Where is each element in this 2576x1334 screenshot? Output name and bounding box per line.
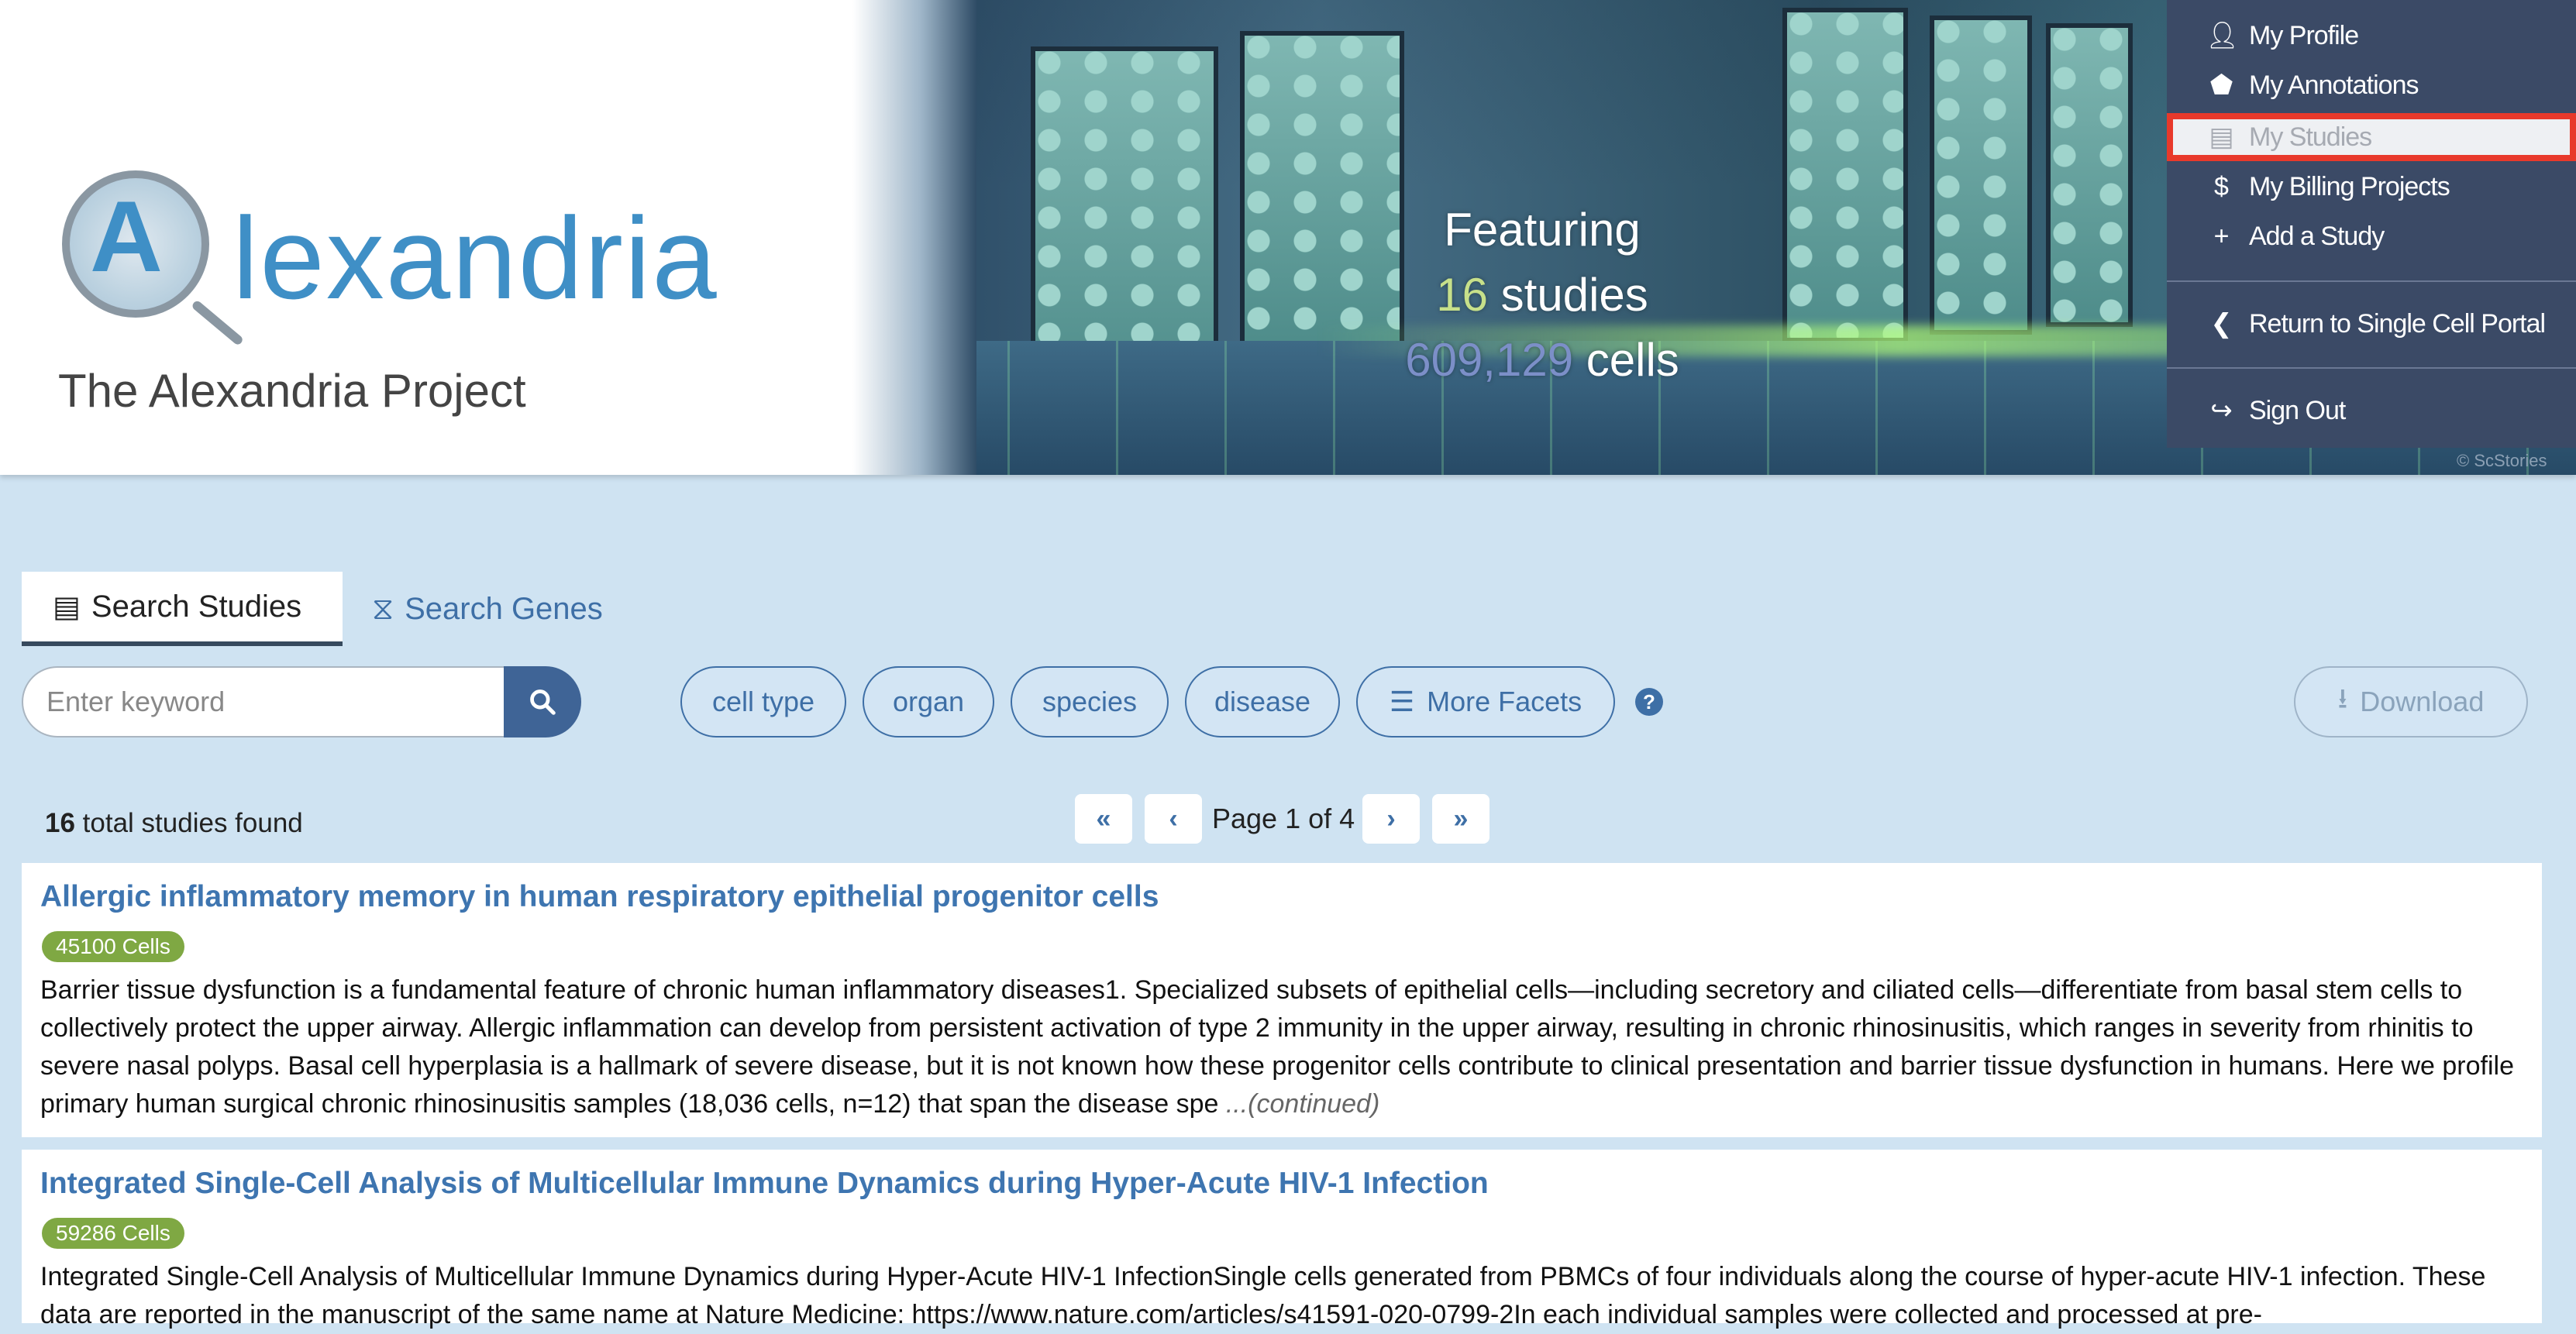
menu-item-return-to-single-cell-portal[interactable]: ❮ Return to Single Cell Portal [2167, 300, 2576, 348]
cell-count-badge: 59286 Cells [42, 1218, 184, 1249]
menu-divider [2167, 280, 2576, 282]
menu-item-my-profile[interactable]: 👤︎ My Profile [2167, 12, 2576, 60]
facet-disease-button[interactable]: disease [1185, 666, 1340, 737]
dna-icon: ⧖ [372, 591, 394, 626]
featuring-label: Featuring [1444, 204, 1641, 256]
chevron-left-icon: ‹ [1169, 803, 1178, 834]
featuring-stats: Featuring 16 studies 609,129 cells [1379, 198, 1705, 393]
tab-label: Search Genes [405, 591, 603, 626]
total-studies-found: 16 total studies found [45, 808, 303, 839]
search-icon [530, 689, 556, 715]
menu-item-label: My Annotations [2249, 70, 2419, 100]
project-tagline: The Alexandria Project [58, 365, 526, 417]
studies-stat: 16 studies [1379, 263, 1705, 328]
prev-page-button[interactable]: ‹ [1145, 794, 1202, 844]
next-page-button[interactable]: › [1362, 794, 1420, 844]
search-button[interactable] [504, 666, 581, 737]
keyword-search-input[interactable] [22, 666, 504, 737]
menu-item-sign-out[interactable]: ↪ Sign Out [2167, 387, 2576, 435]
menu-item-label: Add a Study [2249, 221, 2385, 251]
more-facets-button[interactable]: ☰ More Facets [1356, 666, 1615, 737]
download-button[interactable]: ⭳ Download [2294, 666, 2528, 737]
cells-label: cells [1586, 334, 1679, 386]
studies-label: studies [1500, 269, 1648, 321]
server-rack-image [1782, 8, 1908, 342]
total-count: 16 [45, 808, 75, 838]
double-chevron-left-icon: « [1096, 803, 1111, 834]
menu-item-my-studies[interactable]: ▤ My Studies [2167, 113, 2576, 161]
dollar-icon: $ [2214, 171, 2229, 201]
chevron-left-circle-icon: ❮ [2210, 309, 2233, 339]
user-dropdown-menu: 👤︎ My Profile ⬟ My Annotations ▤ My Stud… [2167, 0, 2576, 448]
last-page-button[interactable]: » [1432, 794, 1489, 844]
tags-icon: ⬟ [2209, 70, 2233, 100]
image-credit: © ScStories [2457, 451, 2547, 470]
continued-link[interactable]: ...(continued) [1226, 1089, 1379, 1119]
study-title-link[interactable]: Integrated Single-Cell Analysis of Multi… [40, 1167, 1489, 1201]
tab-search-studies[interactable]: ▤ Search Studies [22, 572, 343, 646]
user-icon: 👤︎ [2206, 21, 2239, 50]
page-indicator: Page 1 of 4 [1212, 803, 1355, 834]
menu-divider [2167, 367, 2576, 369]
menu-item-my-billing-projects[interactable]: $ My Billing Projects [2167, 163, 2576, 211]
server-rack-image [1930, 15, 2032, 335]
menu-item-add-a-study[interactable]: + Add a Study [2167, 212, 2576, 260]
menu-item-my-annotations[interactable]: ⬟ My Annotations [2167, 61, 2576, 109]
sign-out-icon: ↪ [2210, 396, 2233, 425]
plus-icon: + [2213, 221, 2230, 251]
more-facets-label: More Facets [1427, 686, 1582, 717]
help-icon[interactable]: ? [1635, 688, 1663, 716]
menu-item-label: My Billing Projects [2249, 171, 2450, 201]
download-label: Download [2360, 686, 2485, 717]
study-description: Integrated Single-Cell Analysis of Multi… [40, 1258, 2520, 1334]
server-rack-image [2046, 23, 2133, 327]
cells-count: 609,129 [1405, 334, 1574, 386]
download-icon: ⭳ [2337, 682, 2348, 714]
study-result-card: Integrated Single-Cell Analysis of Multi… [22, 1150, 2542, 1329]
alexandria-logo[interactable]: A lexandria [62, 170, 717, 347]
facet-cell-type-button[interactable]: cell type [680, 666, 846, 737]
cells-stat: 609,129 cells [1379, 328, 1705, 393]
menu-item-label: Return to Single Cell Portal [2249, 308, 2546, 339]
studies-count: 16 [1436, 269, 1488, 321]
total-suffix: total studies found [82, 808, 303, 838]
menu-item-label: My Profile [2249, 20, 2359, 50]
study-description-text: Integrated Single-Cell Analysis of Multi… [40, 1262, 2486, 1329]
study-title-link[interactable]: Allergic inflammatory memory in human re… [40, 880, 1159, 914]
chevron-right-icon: › [1386, 803, 1396, 834]
study-description: Barrier tissue dysfunction is a fundamen… [40, 971, 2520, 1123]
menu-item-label: My Studies [2249, 122, 2372, 152]
cell-count-badge: 45100 Cells [42, 931, 184, 962]
sliders-icon: ☰ [1389, 686, 1415, 717]
facet-species-button[interactable]: species [1011, 666, 1169, 737]
first-page-button[interactable]: « [1075, 794, 1132, 844]
double-chevron-right-icon: » [1453, 803, 1469, 834]
tab-search-genes[interactable]: ⧖ Search Genes [372, 572, 603, 646]
facet-organ-button[interactable]: organ [863, 666, 994, 737]
study-result-card: Allergic inflammatory memory in human re… [22, 863, 2542, 1137]
logo-text: lexandria [232, 193, 718, 323]
logo-letter-icon: A [90, 180, 163, 293]
tab-label: Search Studies [91, 589, 302, 624]
book-icon: ▤ [53, 590, 81, 624]
banner-fade [852, 0, 976, 475]
menu-item-label: Sign Out [2249, 395, 2346, 425]
book-icon: ▤ [2209, 122, 2233, 152]
